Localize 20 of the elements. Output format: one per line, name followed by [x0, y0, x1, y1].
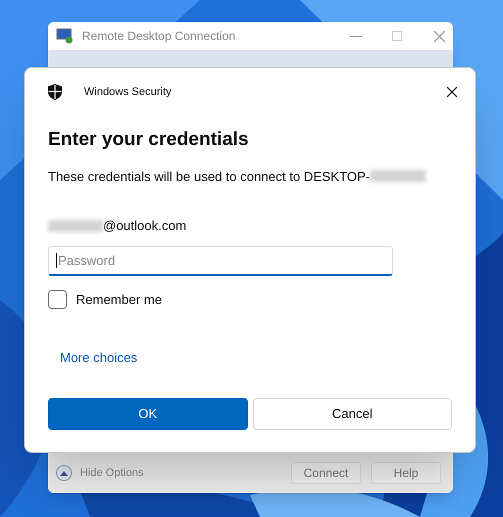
checkbox-label: Remember me — [76, 290, 162, 308]
password-field[interactable]: Password — [48, 246, 393, 276]
collapse-icon[interactable] — [56, 465, 72, 481]
blurred-text-mark — [370, 170, 426, 182]
window-title: Remote Desktop Connection — [82, 28, 236, 45]
dialog-heading: Enter your credentials — [48, 128, 250, 152]
cancel-button[interactable]: Cancel — [252, 398, 452, 430]
close-icon[interactable] — [447, 87, 457, 97]
account-name: @outlook.com — [103, 217, 186, 235]
shield-icon — [48, 84, 62, 100]
dialog-app-name: Windows Security — [84, 84, 172, 100]
ok-button[interactable]: OK — [48, 398, 248, 430]
checkbox[interactable] — [48, 290, 67, 309]
computer-icon — [56, 28, 74, 44]
more-choices-link[interactable]: More choices — [60, 348, 138, 368]
hide-options-link[interactable]: Hide Options — [80, 464, 144, 482]
blurred-text-mark — [48, 220, 103, 232]
dialog-button[interactable]: Connect — [291, 462, 361, 484]
dialog-message: These credentials will be used to connect to DESKTOP- — [48, 168, 370, 186]
dialog-button[interactable]: Help — [371, 462, 441, 484]
